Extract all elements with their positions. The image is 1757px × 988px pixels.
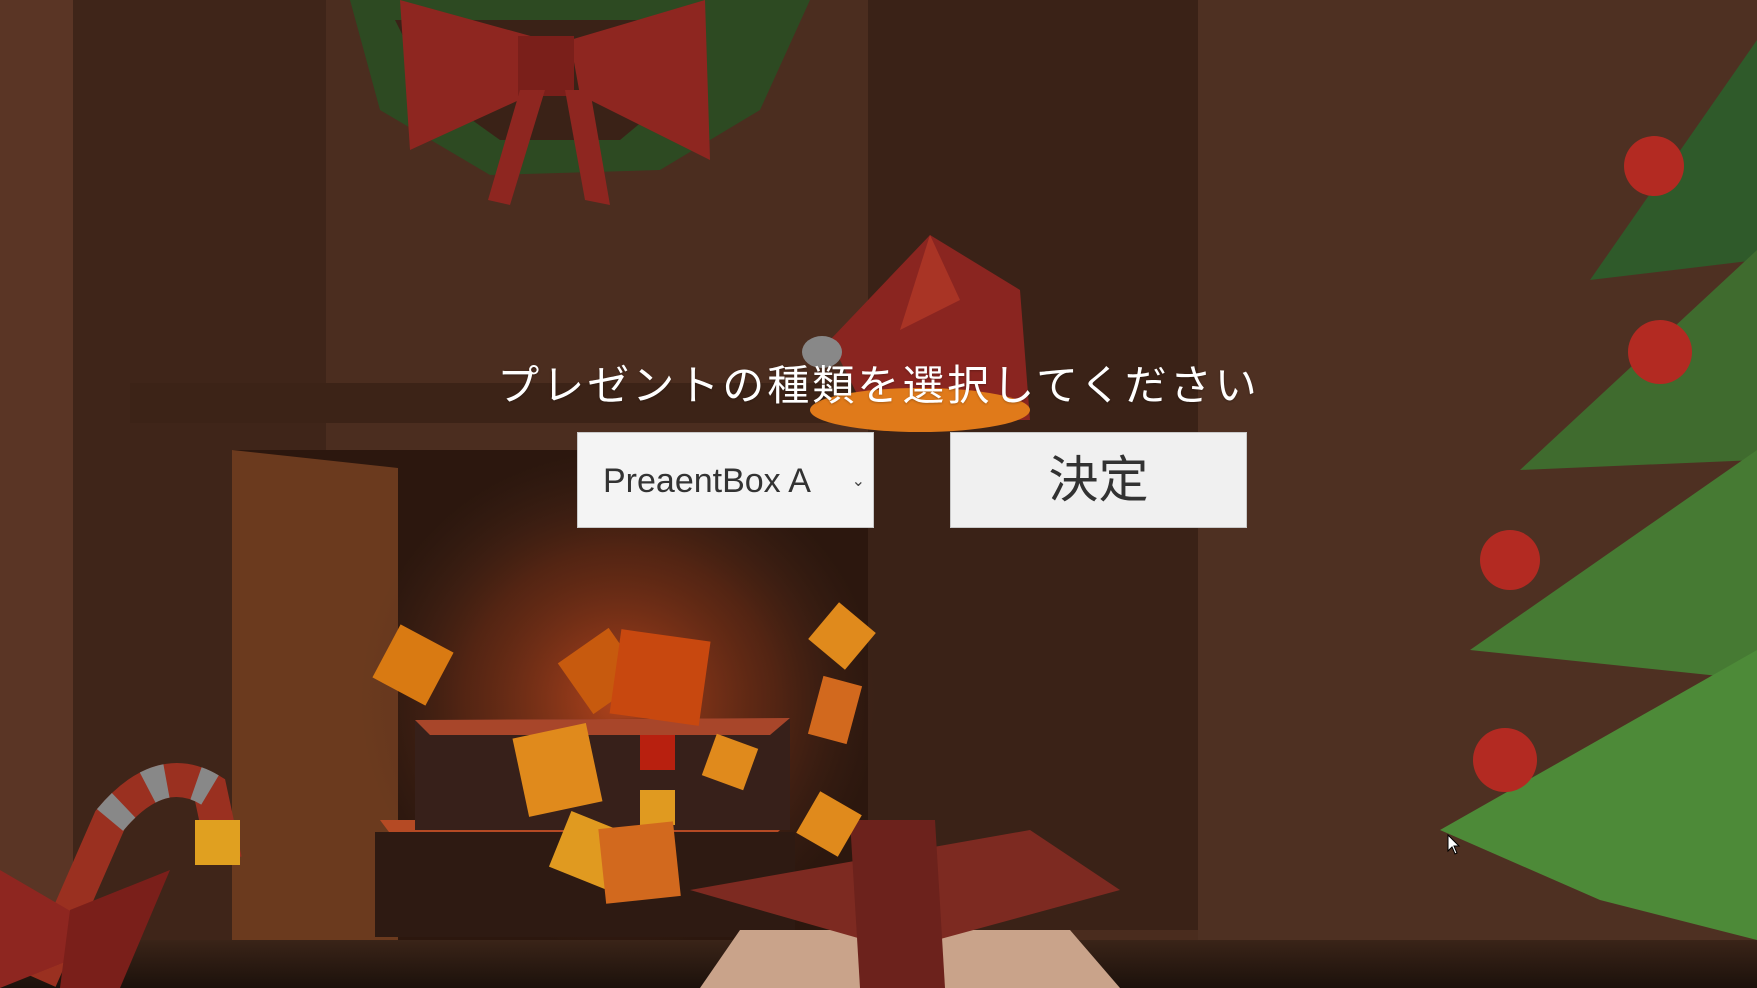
chevron-down-icon: ⌄: [851, 471, 865, 490]
mouse-cursor-icon: [1447, 834, 1461, 855]
selection-prompt: プレゼントの種類を選択してください: [497, 361, 1260, 410]
confirm-button[interactable]: 決定: [950, 432, 1247, 528]
present-type-dropdown[interactable]: PreaentBox A ⌄: [577, 432, 874, 528]
dropdown-selected-value: PreaentBox A: [603, 462, 811, 500]
ui-overlay: プレゼントの種類を選択してください PreaentBox A ⌄ 決定: [0, 0, 1757, 988]
